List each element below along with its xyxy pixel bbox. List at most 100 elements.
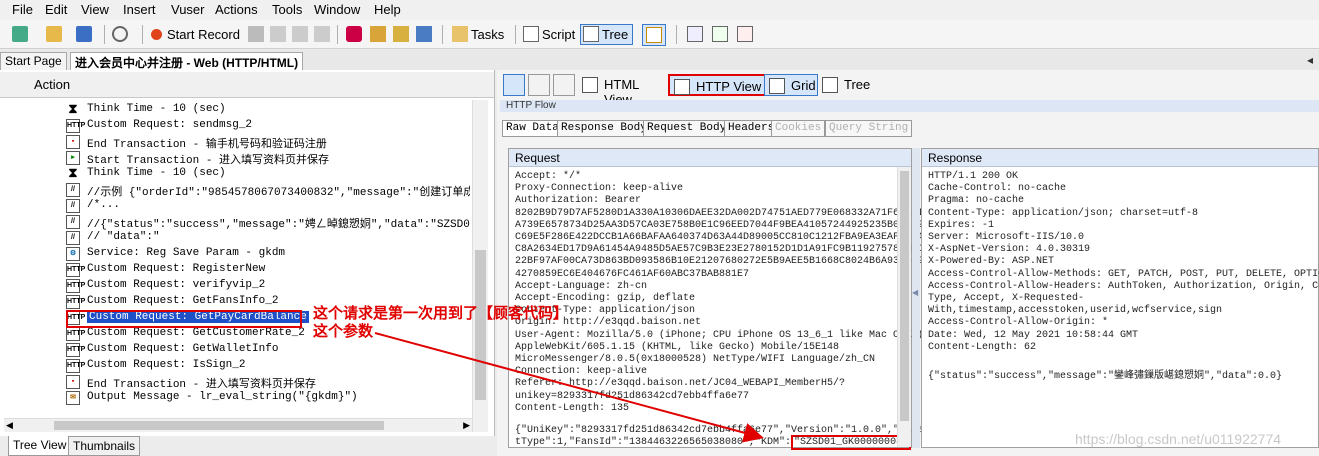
request-body-fragment: tType":1,"FansId":"1384463226565038080",… [515, 437, 792, 448]
menu-tools[interactable]: Tools [272, 2, 302, 17]
tasks-icon[interactable] [452, 26, 468, 42]
tree-row[interactable]: // //{"status":"success","message":"娉ㄥ晫鎴愬… [4, 214, 470, 230]
tree-row-label: End Transaction - 输手机号码和验证码注册 [87, 139, 327, 150]
tree-row-label: Custom Request: verifyvip_2 [87, 279, 266, 291]
html-view-button[interactable]: HTML View [578, 74, 666, 107]
request-line: Authorization: Bearer [515, 195, 642, 207]
menu-help[interactable]: Help [374, 2, 401, 17]
tree-row-label: Custom Request: sendmsg_2 [87, 119, 253, 131]
pause-icon[interactable] [248, 26, 264, 42]
tasks-button[interactable]: Tasks [471, 27, 504, 42]
toolbar-separator [142, 25, 143, 44]
menu-window[interactable]: Window [314, 2, 360, 17]
tree-row[interactable]: ✉ Output Message - lr_eval_string("{gkdm}… [4, 390, 470, 406]
tree-row[interactable]: ⚙ Service: Reg Save Param - gkdm [4, 246, 470, 262]
tree-row[interactable]: ▪ End Transaction - 进入填写资料页并保存 [4, 374, 470, 390]
request-line: A739E6578734D25AA3D57CA03E758B0E1C96EED7… [515, 219, 930, 231]
tab-script[interactable]: 进入会员中心并注册 - Web (HTTP/HTML) [70, 52, 304, 70]
http-view-button[interactable]: HTTP View [668, 74, 767, 96]
script-tree[interactable]: ⧗ Think Time - 10 (sec) HTTP Custom Request… [4, 100, 470, 432]
step-icon[interactable] [292, 26, 308, 42]
tree-row[interactable]: // // "data":" [4, 230, 470, 246]
tree-row[interactable]: HTTP Custom Request: verifyvip_2 [4, 278, 470, 294]
tab-thumbnails[interactable]: Thumbnails [68, 436, 141, 456]
tree-view-tab-label: Tree [844, 77, 871, 92]
grid-view-label: Grid [791, 78, 816, 93]
breakpoint-icon[interactable] [314, 26, 330, 42]
script-view-button[interactable]: Script [542, 27, 575, 42]
tree-row-label: Custom Request: GetCustomerRate_2 [87, 327, 305, 339]
panel-icon[interactable] [687, 26, 703, 42]
tree-hscrollbar[interactable]: ◀ ▶ [4, 418, 472, 432]
tree-row-label: Custom Request: GetWalletInfo [87, 343, 279, 355]
request-header: Request [509, 149, 911, 167]
page-view-button[interactable] [503, 74, 525, 96]
param-icon: ⚙ [66, 247, 80, 261]
tab-start-page[interactable]: Start Page [0, 52, 67, 70]
tree-view-tab-button[interactable]: Tree [818, 74, 872, 96]
tree-row[interactable]: // /*... [4, 198, 470, 214]
menu-insert[interactable]: Insert [123, 2, 156, 17]
correlation-icon[interactable] [393, 26, 409, 42]
tree-row[interactable]: HTTP Custom Request: sendmsg_2 [4, 118, 470, 134]
layout-icon [646, 27, 662, 43]
tree-hscroll-thumb[interactable] [54, 421, 384, 430]
tree-row[interactable]: ⧗ Think Time - 10 (sec) [4, 166, 470, 182]
request-scrollbar[interactable] [897, 167, 911, 447]
response-header: Response [922, 149, 1318, 167]
subtab-request-body[interactable]: Request Body [643, 120, 731, 137]
snapshot-icon[interactable] [737, 26, 753, 42]
http-view-label: HTTP View [696, 79, 762, 94]
tree-row[interactable]: ▪ End Transaction - 输手机号码和验证码注册 [4, 134, 470, 150]
tab-tree-view[interactable]: Tree View [8, 436, 72, 456]
zoom-doc-icon[interactable] [370, 26, 386, 42]
script-view-icon[interactable] [523, 26, 539, 42]
tree-row[interactable]: HTTP Custom Request: RegisterNew [4, 262, 470, 278]
request-line: C8A2634ED17D9A61454A9485D5AE57C9B3E23E27… [515, 244, 930, 256]
compare-view-button[interactable] [553, 74, 575, 96]
menu-file[interactable]: File [12, 2, 33, 17]
new-script-icon[interactable] [12, 26, 28, 42]
scroll-left-icon[interactable]: ◀ [6, 420, 13, 431]
subtab-raw-data[interactable]: Raw Data [502, 120, 563, 137]
record-icon[interactable] [151, 29, 162, 40]
bug-icon[interactable] [346, 26, 362, 42]
subtab-response-body[interactable]: Response Body [557, 120, 651, 137]
menu-actions[interactable]: Actions [215, 2, 258, 17]
settings-icon[interactable] [416, 26, 432, 42]
open-folder-icon[interactable] [46, 26, 62, 42]
request-line: MicroMessenger/8.0.5(0x18000528) NetType… [515, 354, 876, 365]
tree-row-label: Think Time - 10 (sec) [87, 103, 226, 115]
tree-row[interactable]: HTTP Custom Request: GetWalletInfo [4, 342, 470, 358]
start-record-button[interactable]: Start Record [167, 27, 240, 42]
selected-request-highlight [66, 310, 302, 328]
tree-row-label: Service: Reg Save Param - gkdm [87, 247, 286, 259]
toolbar-separator [676, 25, 677, 44]
compare-icon[interactable] [712, 26, 728, 42]
split-view-button[interactable] [528, 74, 550, 96]
tree-row[interactable]: HTTP Custom Request: IsSign_2 [4, 358, 470, 374]
grid-view-button[interactable]: Grid [764, 74, 818, 96]
request-line: unikey=8293317fd251d86342cd7ebb4ffa6e77 [515, 390, 750, 402]
response-line: Content-Type: application/json; charset=… [928, 207, 1199, 219]
find-icon[interactable] [112, 26, 128, 42]
response-title: Response [928, 151, 983, 165]
scroll-right-icon[interactable]: ▶ [463, 420, 470, 431]
pane-splitter[interactable]: ◀ [912, 148, 920, 448]
tree-row[interactable]: // //示例 {"orderId":"985457806707340083​2"… [4, 182, 470, 198]
comment-icon: // [66, 183, 80, 197]
response-line: Date: Wed, 12 May 2021 10:58:44 GMT [928, 329, 1139, 341]
tab-scroll-left-icon[interactable]: ◂ [1307, 53, 1313, 67]
menu-edit[interactable]: Edit [45, 2, 67, 17]
tree-row[interactable]: ⧗ Think Time - 10 (sec) [4, 102, 470, 118]
save-icon[interactable] [76, 26, 92, 42]
stop-icon[interactable] [270, 26, 286, 42]
request-scroll-thumb[interactable] [900, 171, 909, 421]
tree-scrollbar[interactable] [472, 100, 488, 432]
splitter-arrow-icon[interactable]: ◀ [912, 288, 918, 297]
tree-row[interactable]: ▸ Start Transaction - 进入填写资料页并保存 [4, 150, 470, 166]
request-pane: Request Accept: */* Proxy-Connection: kee… [508, 148, 929, 450]
menu-view[interactable]: View [81, 2, 109, 17]
menu-vuser[interactable]: Vuser [171, 2, 204, 17]
menu-bar: File Edit View Insert Vuser Actions Tool… [0, 0, 1319, 20]
